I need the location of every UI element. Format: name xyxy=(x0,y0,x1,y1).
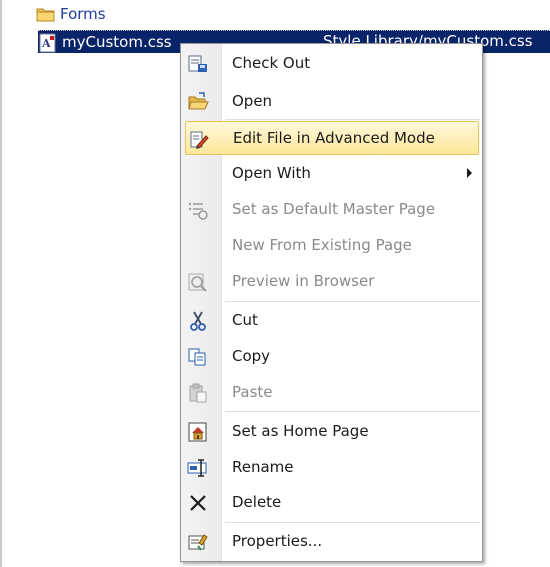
file-name[interactable]: Forms xyxy=(60,5,106,23)
menu-item-set-as-home-page[interactable]: Set as Home Page xyxy=(181,414,482,448)
scissors-icon xyxy=(187,310,209,332)
menu-item-label: Open With xyxy=(232,164,311,182)
menu-item-label: Open xyxy=(232,92,273,110)
menu-item-edit-advanced-mode[interactable]: Edit File in Advanced Mode xyxy=(185,121,479,155)
menu-item-set-default-master-page[interactable]: Set as Default Master Page xyxy=(181,192,482,226)
paste-icon xyxy=(187,382,209,404)
menu-item-label: Preview in Browser xyxy=(232,272,375,290)
file-name[interactable]: myCustom.css xyxy=(62,33,172,51)
menu-item-label: Check Out xyxy=(232,54,311,72)
menu-item-open-with[interactable]: Open With xyxy=(181,156,482,190)
file-row-forms[interactable]: Forms xyxy=(36,4,106,24)
menu-item-label: Delete xyxy=(232,493,282,511)
menu-item-label: Set as Home Page xyxy=(232,422,369,440)
menu-item-label: Properties... xyxy=(232,532,323,550)
preview-browser-icon xyxy=(187,271,209,293)
master-page-icon xyxy=(187,199,209,221)
menu-item-new-from-existing-page[interactable]: New From Existing Page xyxy=(181,228,482,262)
menu-item-rename[interactable]: Rename xyxy=(181,450,482,484)
tree-border xyxy=(0,0,2,567)
menu-item-open[interactable]: Open xyxy=(181,84,482,118)
properties-icon xyxy=(187,531,209,553)
copy-icon xyxy=(187,346,209,368)
menu-separator xyxy=(225,522,480,523)
folder-icon xyxy=(36,5,56,23)
menu-item-paste[interactable]: Paste xyxy=(181,375,482,409)
menu-item-preview-in-browser[interactable]: Preview in Browser xyxy=(181,264,482,298)
menu-item-label: Cut xyxy=(232,311,258,329)
menu-item-label: Rename xyxy=(232,458,294,476)
menu-item-label: Copy xyxy=(232,347,271,365)
open-folder-icon xyxy=(187,91,209,113)
css-file-icon: A xyxy=(38,33,58,53)
menu-item-copy[interactable]: Copy xyxy=(181,339,482,373)
context-menu: Check Out Open Edit File in Advanced Mod… xyxy=(180,43,483,562)
menu-item-check-out[interactable]: Check Out xyxy=(181,46,482,80)
menu-separator xyxy=(225,301,480,302)
menu-item-cut[interactable]: Cut xyxy=(181,303,482,337)
menu-item-label: Set as Default Master Page xyxy=(232,200,436,218)
menu-item-label: Paste xyxy=(232,383,273,401)
delete-x-icon xyxy=(187,492,209,514)
menu-item-label: New From Existing Page xyxy=(232,236,412,254)
menu-item-properties[interactable]: Properties... xyxy=(181,524,482,558)
menu-item-label: Edit File in Advanced Mode xyxy=(233,129,435,147)
menu-separator xyxy=(225,411,480,412)
menu-separator xyxy=(225,119,480,120)
edit-advanced-icon xyxy=(188,129,210,151)
svg-text:A: A xyxy=(41,37,51,50)
rename-icon xyxy=(187,457,209,479)
submenu-arrow-icon xyxy=(467,168,472,178)
check-out-icon xyxy=(187,53,209,75)
home-page-icon xyxy=(187,421,209,443)
menu-item-delete[interactable]: Delete xyxy=(181,485,482,519)
